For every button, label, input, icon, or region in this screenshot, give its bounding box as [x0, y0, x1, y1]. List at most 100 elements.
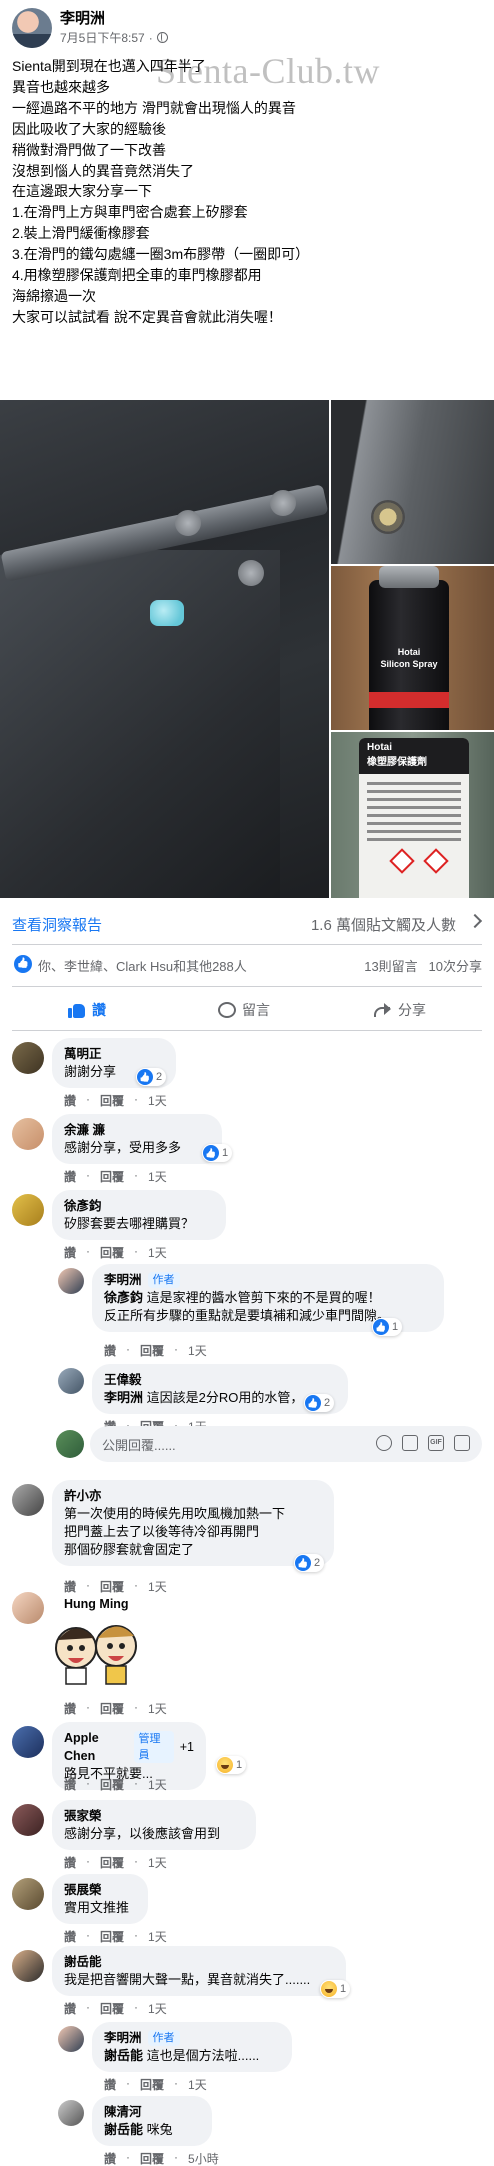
separator-dot: · [86, 2000, 91, 2014]
comment-author-name[interactable]: Hung Ming [64, 1595, 129, 1613]
comment-reply-link[interactable]: 回覆 [100, 1854, 124, 1871]
comment-like-link[interactable]: 讚 [64, 1168, 76, 1185]
comment-like-link[interactable]: 讚 [104, 2076, 116, 2093]
comment-reaction-badge[interactable]: 2 [294, 1554, 325, 1572]
sticker-icon[interactable] [454, 1435, 470, 1451]
separator-dot: · [134, 1854, 139, 1868]
comment-time[interactable]: 1天 [148, 1168, 167, 1185]
comment-reaction-badge[interactable]: 1 [372, 1318, 403, 1336]
like-button[interactable]: 讚 [68, 1000, 106, 1020]
comment-like-link[interactable]: 讚 [104, 1342, 116, 1359]
avatar[interactable] [12, 1042, 44, 1074]
avatar[interactable] [58, 2026, 84, 2052]
comment-reply-link[interactable]: 回覆 [100, 1092, 124, 1109]
avatar[interactable] [12, 1194, 44, 1226]
comment-reply-link[interactable]: 回覆 [140, 2150, 164, 2166]
share-button[interactable]: 分享 [374, 1000, 426, 1020]
reach-stats[interactable]: 1.6 萬個貼文觸及人數 [311, 914, 456, 935]
comment-author-name[interactable]: 余濂 濂 [64, 1121, 105, 1139]
comment-reply-link[interactable]: 回覆 [100, 1776, 124, 1793]
comment-like-link[interactable]: 讚 [64, 2000, 76, 2017]
comment-author-name[interactable]: 張展榮 [64, 1881, 102, 1899]
comment-reply-link[interactable]: 回覆 [100, 1700, 124, 1717]
comment-time[interactable]: 1天 [188, 2076, 207, 2093]
author-name[interactable]: 李明洲 [60, 7, 105, 28]
comment-author-name[interactable]: 陳清河 [104, 2103, 142, 2121]
comment-author-name[interactable]: 謝岳能 [64, 1953, 102, 1971]
comment-time[interactable]: 1天 [188, 1342, 207, 1359]
comment-author-name[interactable]: 張家榮 [64, 1807, 102, 1825]
comment-reply-link[interactable]: 回覆 [100, 2000, 124, 2017]
separator-dot: · [134, 1928, 139, 1942]
avatar[interactable] [12, 1726, 44, 1758]
comment-like-link[interactable]: 讚 [104, 2150, 116, 2166]
comment-reaction-badge[interactable]: 2 [136, 1068, 167, 1086]
comment-author-name[interactable]: 李明洲 [104, 2029, 142, 2047]
avatar[interactable] [58, 2100, 84, 2126]
photo-door-hinge[interactable] [0, 400, 329, 898]
comment-time[interactable]: 1天 [148, 1700, 167, 1717]
comment-reaction-badge[interactable]: 1 [216, 1756, 247, 1774]
avatar[interactable] [12, 1878, 44, 1910]
photo-silicon-spray[interactable]: Hotai Silicon Spray [331, 566, 494, 730]
emoji-icon[interactable] [376, 1435, 392, 1451]
chevron-right-icon[interactable] [467, 913, 483, 929]
comment-reply-link[interactable]: 回覆 [100, 1168, 124, 1185]
photo-rubber-protectant[interactable]: Hotai 橡塑膠保護劑 [331, 732, 494, 898]
photo-door-bumper[interactable] [331, 400, 494, 564]
camera-icon[interactable] [402, 1435, 418, 1451]
comment-reply-link[interactable]: 回覆 [140, 2076, 164, 2093]
comment-time[interactable]: 1天 [148, 1092, 167, 1109]
comment-time[interactable]: 1天 [148, 2000, 167, 2017]
comment-reply-link[interactable]: 回覆 [100, 1244, 124, 1261]
mention-link[interactable]: 徐彥鈞 [104, 1290, 143, 1305]
comment-like-link[interactable]: 讚 [64, 1776, 76, 1793]
comment-time[interactable]: 1天 [148, 1776, 167, 1793]
avatar[interactable] [58, 1268, 84, 1294]
insights-link[interactable]: 查看洞察報告 [12, 914, 102, 935]
avatar[interactable] [12, 1592, 44, 1624]
comment-author-name[interactable]: 王偉毅 [104, 1371, 142, 1389]
author-avatar[interactable] [12, 8, 52, 48]
share-count[interactable]: 10次分享 [429, 959, 482, 974]
mention-link[interactable]: 李明洲 [104, 1390, 143, 1405]
comment-count[interactable]: 13則留言 [364, 959, 417, 974]
comment-like-link[interactable]: 讚 [64, 1244, 76, 1261]
comment-author: Hung Ming [64, 1595, 150, 1613]
avatar[interactable] [12, 1804, 44, 1836]
avatar[interactable] [12, 1950, 44, 1982]
reaction-names[interactable]: 你、李世緯、Clark Hsu和其他288人 [38, 956, 247, 975]
comment-author-name[interactable]: 萬明正 [64, 1045, 102, 1063]
comment-reaction-badge[interactable]: 1 [320, 1980, 351, 1998]
comment-text-line: 我是把音響開大聲一點，異音就消失了....... [64, 1971, 334, 1989]
separator-dot: · [126, 1342, 131, 1356]
comment-time[interactable]: 1天 [148, 1854, 167, 1871]
comment-reply-link[interactable]: 回覆 [100, 1928, 124, 1945]
comment-author-name[interactable]: 徐彥鈞 [64, 1197, 102, 1215]
comment-time[interactable]: 1天 [148, 1928, 167, 1945]
comment-text-line: 感謝分享，以後應該會用到 [64, 1825, 244, 1843]
comment-author: 李明洲 作者 [104, 2029, 280, 2047]
comment-reaction-badge[interactable]: 2 [304, 1394, 335, 1412]
mention-link[interactable]: 謝岳能 [104, 2048, 143, 2063]
comment-time[interactable]: 5小時 [188, 2150, 219, 2166]
comment-reply-link[interactable]: 回覆 [140, 1342, 164, 1359]
comment-reaction-badge[interactable]: 1 [202, 1144, 233, 1162]
comment-like-link[interactable]: 讚 [64, 1700, 76, 1717]
gif-icon[interactable]: GIF [428, 1435, 444, 1451]
mention-link[interactable]: 謝岳能 [104, 2122, 143, 2137]
photo-grid: Hotai Silicon Spray Hotai 橡塑膠保護劑 [0, 400, 494, 898]
sticker-image[interactable] [52, 1614, 142, 1688]
comment-button[interactable]: 留言 [218, 1000, 494, 1020]
avatar[interactable] [12, 1118, 44, 1150]
post-timestamp[interactable]: 7月5日下午8:57 [60, 29, 145, 46]
avatar[interactable] [12, 1484, 44, 1516]
comment-like-link[interactable]: 讚 [64, 1092, 76, 1109]
avatar[interactable] [58, 1368, 84, 1394]
comment-like-link[interactable]: 讚 [64, 1854, 76, 1871]
comment-time[interactable]: 1天 [148, 1244, 167, 1261]
comment-author-name[interactable]: 李明洲 [104, 1271, 142, 1289]
comment-author-name[interactable]: Apple Chen [64, 1729, 128, 1765]
comment-author-name[interactable]: 許小亦 [64, 1487, 102, 1505]
comment-like-link[interactable]: 讚 [64, 1928, 76, 1945]
